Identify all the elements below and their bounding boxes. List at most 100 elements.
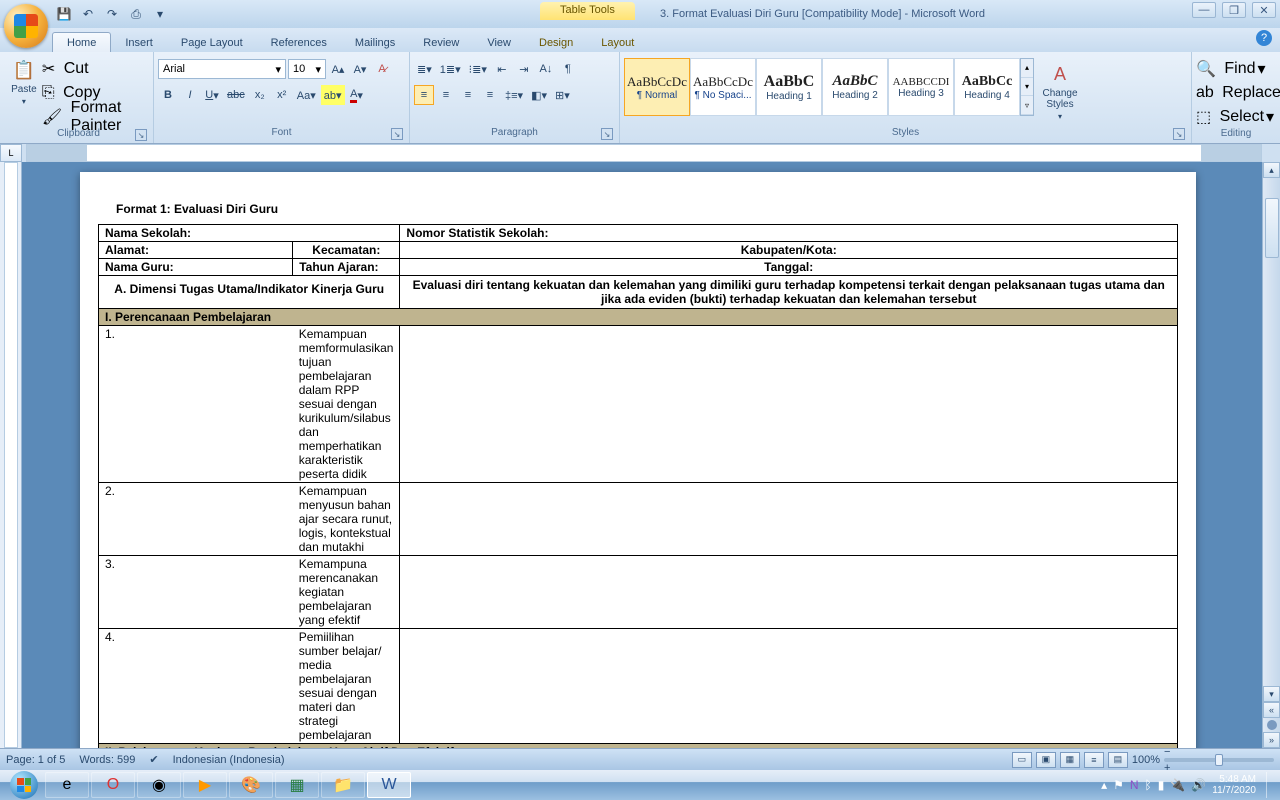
font-color-button[interactable]: A▾ — [347, 85, 367, 105]
vertical-ruler[interactable] — [0, 162, 22, 748]
scroll-down-icon[interactable]: ▾ — [1263, 686, 1280, 702]
tab-layout[interactable]: Layout — [587, 33, 648, 52]
item-num[interactable]: 3. — [99, 556, 293, 629]
increase-indent-button[interactable]: ⇥ — [514, 59, 534, 79]
numbering-button[interactable]: 1≣▾ — [437, 59, 464, 79]
cell-tahun-ajaran[interactable]: Tahun Ajaran: — [293, 259, 400, 276]
cell-tanggal[interactable]: Tanggal: — [400, 259, 1178, 276]
subscript-button[interactable]: x₂ — [250, 85, 270, 105]
style-heading3[interactable]: AABBCCDIHeading 3 — [888, 58, 954, 116]
taskbar-media[interactable]: ▶ — [183, 772, 227, 798]
taskbar-excel[interactable]: ▦ — [275, 772, 319, 798]
cut-button[interactable]: ✂ Cut — [42, 58, 149, 80]
scroll-up-icon[interactable]: ▴ — [1263, 162, 1280, 178]
close-button[interactable]: ✕ — [1252, 2, 1276, 18]
paragraph-dialog-launcher[interactable]: ↘ — [601, 128, 613, 140]
item-num[interactable]: 4. — [99, 629, 293, 744]
show-desktop-button[interactable] — [1266, 772, 1276, 798]
minimize-button[interactable]: — — [1192, 2, 1216, 18]
sort-button[interactable]: A↓ — [536, 59, 556, 79]
taskbar-explorer[interactable]: 📁 — [321, 772, 365, 798]
style-heading2[interactable]: AaBbCHeading 2 — [822, 58, 888, 116]
justify-button[interactable]: ≡ — [480, 85, 500, 105]
select-button[interactable]: ⬚ Select▾ — [1196, 106, 1274, 128]
item-eval[interactable] — [400, 556, 1178, 629]
tab-selector[interactable]: L — [0, 144, 22, 162]
tray-show-hidden-icon[interactable]: ▴ — [1101, 778, 1107, 792]
styles-scroll[interactable]: ▴▾▿ — [1020, 58, 1034, 116]
grow-font-button[interactable]: A▴ — [328, 59, 348, 79]
proofing-icon[interactable]: ✔ — [149, 753, 158, 766]
clear-formatting-button[interactable]: A̷ — [372, 59, 392, 79]
cell-nama-sekolah[interactable]: Nama Sekolah: — [99, 225, 400, 242]
item-eval[interactable] — [400, 326, 1178, 483]
cell-nama-guru[interactable]: Nama Guru: — [99, 259, 293, 276]
status-zoom[interactable]: 100% — [1132, 754, 1160, 766]
tab-review[interactable]: Review — [409, 33, 473, 52]
status-words[interactable]: Words: 599 — [79, 754, 135, 766]
vertical-scrollbar[interactable]: ▴ ▾ « » — [1262, 162, 1280, 748]
qat-more-icon[interactable]: ▾ — [152, 6, 168, 22]
item-num[interactable]: 2. — [99, 483, 293, 556]
outline-view[interactable]: ≡ — [1084, 752, 1104, 768]
tray-flag-icon[interactable]: ⚑ — [1113, 778, 1124, 792]
tray-onenote-icon[interactable]: N — [1130, 778, 1139, 792]
horizontal-ruler[interactable] — [26, 144, 1262, 162]
tray-bluetooth-icon[interactable]: ᛒ — [1145, 778, 1152, 792]
browse-object-icon[interactable] — [1267, 720, 1277, 730]
section-perencanaan[interactable]: I. Perencanaan Pembelajaran — [99, 309, 1178, 326]
tab-references[interactable]: References — [257, 33, 341, 52]
save-icon[interactable]: 💾 — [56, 6, 72, 22]
align-left-button[interactable]: ≡ — [414, 85, 434, 105]
item-text[interactable]: Kemampuan menyusun bahan ajar secara run… — [293, 483, 400, 556]
tray-clock[interactable]: 5:48 AM 11/7/2020 — [1212, 774, 1256, 796]
item-text[interactable]: Pemiilihan sumber belajar/ media pembela… — [293, 629, 400, 744]
cell-alamat[interactable]: Alamat: — [99, 242, 293, 259]
font-dialog-launcher[interactable]: ↘ — [391, 128, 403, 140]
item-text[interactable]: Kemampuan memformulasikan tujuan pembela… — [293, 326, 400, 483]
office-button[interactable] — [4, 4, 48, 48]
align-right-button[interactable]: ≡ — [458, 85, 478, 105]
font-size-select[interactable]: 10▾ — [288, 59, 326, 79]
shrink-font-button[interactable]: A▾ — [350, 59, 370, 79]
line-spacing-button[interactable]: ‡≡▾ — [502, 85, 526, 105]
maximize-button[interactable]: ❐ — [1222, 2, 1246, 18]
tray-network-icon[interactable]: ▮ — [1158, 778, 1165, 792]
tab-home[interactable]: Home — [52, 32, 111, 52]
header-dimensi[interactable]: A. Dimensi Tugas Utama/Indikator Kinerja… — [99, 276, 400, 309]
print-icon[interactable]: ⎙ — [128, 6, 144, 22]
tray-volume-icon[interactable]: 🔊 — [1191, 778, 1206, 792]
paste-button[interactable]: 📋 Paste ▾ — [8, 54, 40, 106]
tray-power-icon[interactable]: 🔌 — [1170, 778, 1185, 792]
cell-kecamatan[interactable]: Kecamatan: — [293, 242, 400, 259]
taskbar-word[interactable]: W — [367, 772, 411, 798]
start-button[interactable] — [4, 770, 44, 800]
underline-button[interactable]: U▾ — [202, 85, 222, 105]
style-heading1[interactable]: AaBbCHeading 1 — [756, 58, 822, 116]
bullets-button[interactable]: ≣▾ — [414, 59, 435, 79]
full-screen-view[interactable]: ▣ — [1036, 752, 1056, 768]
scroll-thumb[interactable] — [1265, 198, 1279, 258]
cell-nomor-statistik[interactable]: Nomor Statistik Sekolah: — [400, 225, 1178, 242]
undo-icon[interactable]: ↶ — [80, 6, 96, 22]
format-painter-button[interactable]: 🖌 Format Painter — [42, 106, 149, 128]
tab-view[interactable]: View — [473, 33, 525, 52]
status-language[interactable]: Indonesian (Indonesia) — [173, 754, 285, 766]
change-case-button[interactable]: Aa▾ — [294, 85, 319, 105]
prev-page-icon[interactable]: « — [1263, 702, 1280, 718]
style-normal[interactable]: AaBbCcDc¶ Normal — [624, 58, 690, 116]
multilevel-list-button[interactable]: ⁝≣▾ — [466, 59, 490, 79]
find-button[interactable]: 🔍 Find▾ — [1196, 58, 1266, 80]
header-evaluasi[interactable]: Evaluasi diri tentang kekuatan dan kelem… — [400, 276, 1178, 309]
borders-button[interactable]: ⊞▾ — [552, 85, 573, 105]
tab-design[interactable]: Design — [525, 33, 587, 52]
item-num[interactable]: 1. — [99, 326, 293, 483]
help-icon[interactable]: ? — [1256, 30, 1272, 46]
taskbar-paint[interactable]: 🎨 — [229, 772, 273, 798]
status-page[interactable]: Page: 1 of 5 — [6, 754, 65, 766]
cell-kabupaten[interactable]: Kabupaten/Kota: — [400, 242, 1178, 259]
zoom-slider[interactable] — [1164, 758, 1274, 762]
font-name-select[interactable]: Arial▾ — [158, 59, 286, 79]
tab-mailings[interactable]: Mailings — [341, 33, 409, 52]
strikethrough-button[interactable]: abc — [224, 85, 248, 105]
